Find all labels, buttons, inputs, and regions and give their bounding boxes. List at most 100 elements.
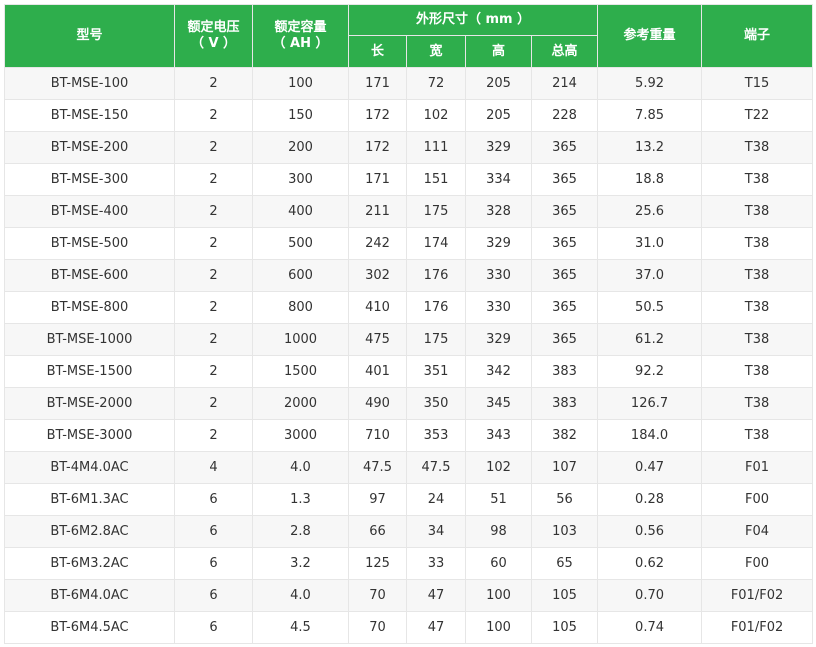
table-row: BT-MSE-800 2 800 410 176 330 365 50.5 T38 [4, 291, 814, 324]
cell-model: BT-MSE-600 [4, 259, 175, 292]
cell-model: BT-MSE-3000 [4, 419, 175, 452]
cell-length: 172 [348, 131, 407, 164]
cell-terminal: T38 [701, 387, 814, 420]
cell-weight: 50.5 [597, 291, 703, 324]
cell-voltage: 2 [174, 67, 253, 100]
cell-height: 205 [465, 67, 532, 100]
cell-voltage: 2 [174, 259, 253, 292]
cell-height: 51 [465, 483, 532, 516]
cell-width: 47 [406, 611, 466, 644]
cell-voltage: 2 [174, 323, 253, 356]
cell-weight: 37.0 [597, 259, 703, 292]
cell-capacity: 2.8 [252, 515, 349, 548]
table-row: BT-MSE-150 2 150 172 102 205 228 7.85 T22 [4, 99, 814, 132]
cell-terminal: F00 [701, 547, 814, 580]
cell-model: BT-MSE-300 [4, 163, 175, 196]
cell-model: BT-6M1.3AC [4, 483, 175, 516]
cell-width: 34 [406, 515, 466, 548]
cell-height: 328 [465, 195, 532, 228]
table-row: BT-6M1.3AC 6 1.3 97 24 51 56 0.28 F00 [4, 483, 814, 516]
cell-width: 33 [406, 547, 466, 580]
cell-length: 47.5 [348, 451, 407, 484]
cell-height: 329 [465, 131, 532, 164]
cell-length: 97 [348, 483, 407, 516]
cell-total-height: 65 [530, 547, 599, 580]
cell-width: 102 [406, 99, 466, 132]
table-row: BT-6M3.2AC 6 3.2 125 33 60 65 0.62 F00 [4, 547, 814, 580]
cell-width: 351 [406, 355, 466, 388]
cell-capacity: 4.5 [252, 611, 349, 644]
cell-weight: 0.70 [597, 579, 703, 612]
cell-width: 47 [406, 579, 466, 612]
cell-length: 490 [348, 387, 407, 420]
cell-weight: 25.6 [597, 195, 703, 228]
cell-capacity: 3000 [252, 419, 349, 452]
cell-model: BT-MSE-1500 [4, 355, 175, 388]
cell-length: 242 [348, 227, 407, 260]
table-row: BT-MSE-1500 2 1500 401 351 342 383 92.2 T38 [4, 355, 814, 388]
cell-voltage: 6 [174, 547, 253, 580]
table-row: BT-MSE-100 2 100 171 72 205 214 5.92 T15 [4, 67, 814, 100]
header-dimensions: 外形尺寸（ mm ） [347, 4, 599, 36]
header-total-height: 总高 [530, 35, 599, 68]
table-row: BT-MSE-300 2 300 171 151 334 365 18.8 T38 [4, 163, 814, 196]
cell-voltage: 2 [174, 355, 253, 388]
cell-length: 70 [348, 611, 407, 644]
cell-weight: 184.0 [597, 419, 703, 452]
cell-width: 353 [406, 419, 466, 452]
cell-length: 475 [348, 323, 407, 356]
cell-width: 72 [406, 67, 466, 100]
cell-capacity: 4.0 [252, 451, 349, 484]
cell-weight: 5.92 [597, 67, 703, 100]
table-row: BT-MSE-1000 2 1000 475 175 329 365 61.2 T38 [4, 323, 814, 356]
cell-length: 302 [348, 259, 407, 292]
cell-capacity: 200 [252, 131, 349, 164]
cell-total-height: 365 [530, 195, 599, 228]
cell-width: 151 [406, 163, 466, 196]
cell-voltage: 2 [174, 291, 253, 324]
cell-voltage: 6 [174, 611, 253, 644]
cell-weight: 92.2 [597, 355, 703, 388]
header-height: 高 [465, 35, 532, 68]
cell-capacity: 500 [252, 227, 349, 260]
cell-terminal: F04 [701, 515, 814, 548]
cell-total-height: 107 [530, 451, 599, 484]
header-width: 宽 [406, 35, 466, 68]
header-voltage-unit: （ V ） [190, 36, 237, 51]
cell-model: BT-6M2.8AC [4, 515, 175, 548]
table-row: BT-6M2.8AC 6 2.8 66 34 98 103 0.56 F04 [4, 515, 814, 548]
cell-terminal: T38 [701, 227, 814, 260]
cell-model: BT-MSE-200 [4, 131, 175, 164]
cell-terminal: F00 [701, 483, 814, 516]
header-length: 长 [348, 35, 407, 68]
table-row: BT-MSE-400 2 400 211 175 328 365 25.6 T38 [4, 195, 814, 228]
cell-voltage: 6 [174, 515, 253, 548]
cell-width: 24 [406, 483, 466, 516]
cell-model: BT-MSE-150 [4, 99, 175, 132]
cell-capacity: 600 [252, 259, 349, 292]
cell-total-height: 365 [530, 291, 599, 324]
cell-capacity: 400 [252, 195, 349, 228]
cell-total-height: 56 [530, 483, 599, 516]
cell-total-height: 228 [530, 99, 599, 132]
cell-terminal: T38 [701, 355, 814, 388]
cell-length: 66 [348, 515, 407, 548]
cell-length: 211 [348, 195, 407, 228]
cell-height: 205 [465, 99, 532, 132]
cell-height: 329 [465, 227, 532, 260]
battery-spec-table: 型号 额定电压 （ V ） 额定容量 （ AH ） 外形尺寸（ mm ） 参考重… [4, 4, 814, 644]
cell-voltage: 6 [174, 483, 253, 516]
cell-capacity: 2000 [252, 387, 349, 420]
cell-length: 710 [348, 419, 407, 452]
cell-voltage: 2 [174, 163, 253, 196]
cell-capacity: 1000 [252, 323, 349, 356]
table-header: 型号 额定电压 （ V ） 额定容量 （ AH ） 外形尺寸（ mm ） 参考重… [4, 4, 814, 68]
cell-width: 47.5 [406, 451, 466, 484]
cell-model: BT-MSE-100 [4, 67, 175, 100]
cell-terminal: T38 [701, 291, 814, 324]
cell-total-height: 365 [530, 259, 599, 292]
cell-voltage: 2 [174, 99, 253, 132]
cell-height: 60 [465, 547, 532, 580]
cell-voltage: 4 [174, 451, 253, 484]
table-row: BT-6M4.5AC 6 4.5 70 47 100 105 0.74 F01/F02 [4, 611, 814, 644]
